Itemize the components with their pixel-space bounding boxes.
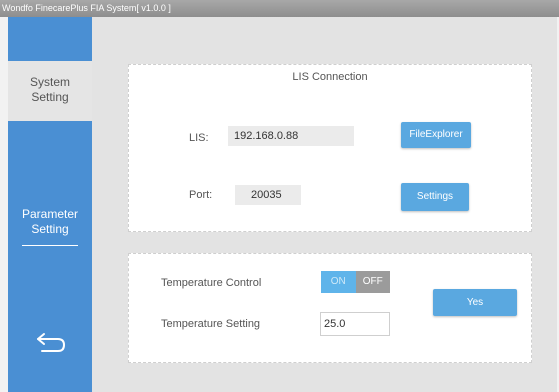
toggle-on-option[interactable]: ON: [321, 271, 356, 293]
active-indicator: [22, 245, 78, 246]
temperature-control-toggle[interactable]: ON OFF: [321, 271, 390, 293]
temperature-setting-input[interactable]: 25.0: [320, 312, 390, 336]
lis-connection-panel: LIS Connection LIS: 192.168.0.88 FileExp…: [128, 64, 532, 232]
temperature-control-label: Temperature Control: [161, 277, 262, 289]
sidebar: System Setting Parameter Setting: [8, 17, 92, 392]
temperature-panel: Temperature Control ON OFF Temperature S…: [128, 253, 532, 363]
sidebar-item-system-setting[interactable]: System Setting: [8, 61, 92, 121]
sidebar-item-label-line2: Setting: [31, 222, 69, 236]
lis-connection-title: LIS Connection: [292, 71, 368, 83]
sidebar-item-label-line2: Setting: [31, 90, 69, 104]
settings-button[interactable]: Settings: [401, 183, 469, 211]
sidebar-item-label-line1: Parameter: [21, 207, 79, 221]
port-field[interactable]: 20035: [235, 185, 301, 205]
back-arrow-icon: [37, 333, 66, 352]
sidebar-item-label-line1: System: [29, 75, 70, 89]
sidebar-item-parameter-setting[interactable]: Parameter Setting: [8, 193, 92, 253]
back-button[interactable]: [34, 328, 68, 356]
lis-label: LIS:: [189, 132, 209, 144]
yes-button[interactable]: Yes: [433, 289, 517, 316]
lis-address-field[interactable]: 192.168.0.88: [228, 126, 354, 146]
temperature-setting-label: Temperature Setting: [161, 318, 261, 330]
window-title-bar: Wondfo FinecarePlus FIA System[ v1.0.0 ]: [0, 0, 559, 17]
window-title: Wondfo FinecarePlus FIA System[ v1.0.0 ]: [2, 3, 171, 13]
file-explorer-button[interactable]: FileExplorer: [401, 122, 471, 148]
port-label: Port:: [189, 189, 213, 201]
toggle-off-option[interactable]: OFF: [355, 271, 390, 293]
